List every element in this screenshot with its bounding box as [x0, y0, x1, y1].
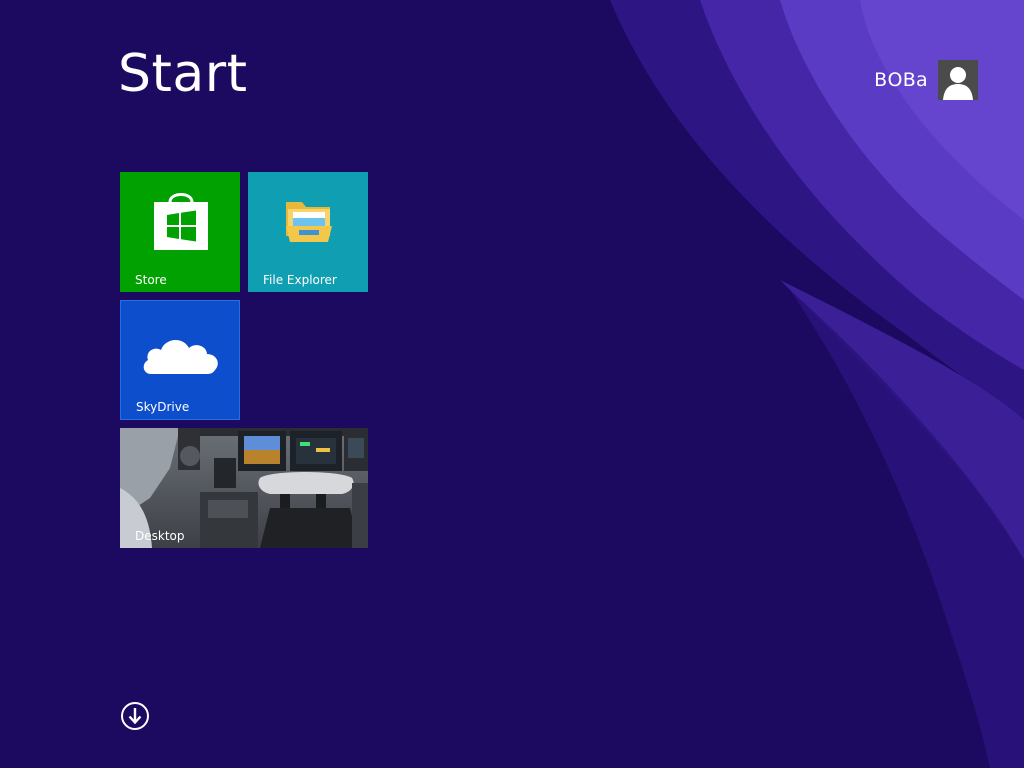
folder-icon — [286, 202, 332, 242]
page-title: Start — [118, 44, 248, 104]
avatar[interactable] — [938, 60, 978, 100]
tile-store[interactable]: Store — [120, 172, 240, 292]
tile-label: Desktop — [135, 529, 185, 543]
tile-label: File Explorer — [263, 273, 337, 287]
tile-skydrive[interactable]: SkyDrive — [120, 300, 240, 420]
tile-label: Store — [135, 273, 167, 287]
user-account[interactable]: ВОВа — [874, 60, 978, 100]
tile-desktop[interactable]: Desktop — [120, 428, 368, 548]
start-screen: Start ВОВа Store File Explorer SkyDrive … — [0, 0, 1024, 768]
store-bag-icon — [154, 193, 208, 250]
cloud-icon — [143, 339, 218, 374]
tile-file-explorer[interactable]: File Explorer — [248, 172, 368, 292]
tile-label: SkyDrive — [136, 400, 190, 414]
user-name: ВОВа — [874, 69, 928, 91]
user-silhouette-icon — [938, 60, 978, 100]
down-arrow-circle-icon[interactable] — [120, 701, 150, 731]
